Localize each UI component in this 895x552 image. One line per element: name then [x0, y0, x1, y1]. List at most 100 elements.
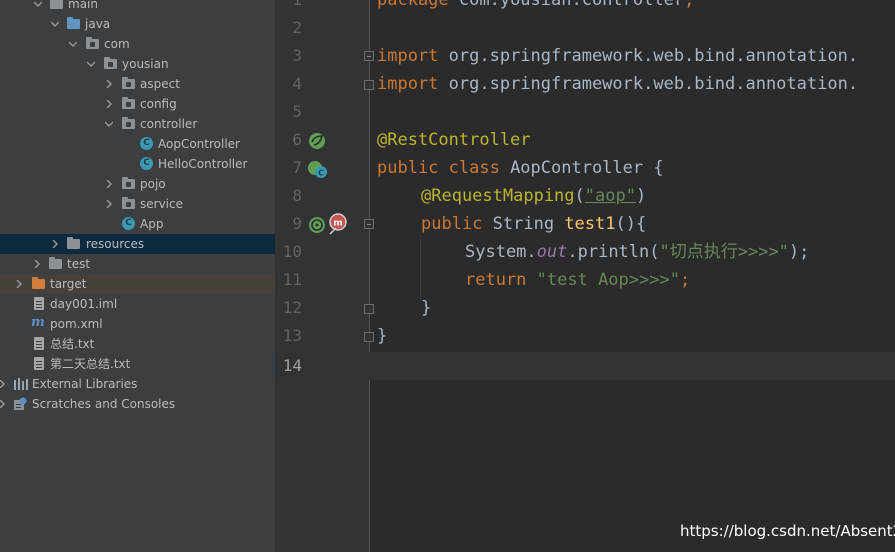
line-number: 10	[282, 242, 302, 261]
tree-item-scratches[interactable]: Scratches and Consoles	[0, 394, 275, 414]
tree-item-label: com	[104, 37, 130, 51]
chevron-down-icon[interactable]	[85, 54, 97, 74]
tree-item-label: pom.xml	[50, 317, 103, 331]
code-line-6: @RestController	[377, 130, 531, 150]
tree-item-pom-xml[interactable]: m pom.xml	[0, 314, 275, 334]
tree-item-controller[interactable]: controller	[0, 114, 275, 134]
fold-end-icon[interactable]	[364, 304, 374, 314]
chevron-right-icon[interactable]	[103, 74, 115, 94]
svg-text:C: C	[318, 169, 324, 178]
maven-icon: m	[31, 315, 45, 330]
code-line-12: }	[421, 298, 432, 318]
chevron-right-icon[interactable]	[13, 274, 25, 294]
line-number: 14	[282, 356, 302, 375]
package-icon	[122, 177, 135, 189]
tree-item-resources[interactable]: resources	[0, 234, 275, 254]
fold-end-icon[interactable]	[364, 80, 374, 90]
tree-item-label: target	[50, 277, 87, 291]
code-line-4: import org.springframework.web.bind.anno…	[377, 74, 859, 94]
chevron-right-icon[interactable]	[31, 254, 43, 274]
fold-toggle-icon[interactable]	[364, 219, 374, 229]
tree-item-label: test	[67, 257, 91, 271]
tree-item-app[interactable]: C App	[0, 214, 275, 234]
chevron-down-icon[interactable]	[49, 14, 61, 34]
folder-icon	[49, 257, 62, 269]
line-number: 5	[292, 102, 302, 121]
tree-item-label: resources	[86, 237, 145, 251]
advice-method-icon[interactable]: m	[327, 212, 349, 236]
tree-item-label: java	[85, 17, 111, 31]
java-class-icon: C	[140, 157, 153, 170]
package-icon	[122, 197, 135, 209]
tree-item-label: HelloController	[158, 157, 248, 171]
code-line-1: package com.yousian.controller;	[377, 0, 695, 10]
tree-item-java[interactable]: java	[0, 14, 275, 34]
tree-item-test[interactable]: test	[0, 254, 275, 274]
tree-item-hellocontroller[interactable]: C HelloController	[0, 154, 275, 174]
code-line-9: public String test1(){	[421, 214, 647, 234]
package-icon	[122, 97, 135, 109]
tree-item-service[interactable]: service	[0, 194, 275, 214]
chevron-down-icon[interactable]	[67, 34, 79, 54]
tree-item-main[interactable]: main	[0, 0, 275, 14]
chevron-right-icon[interactable]	[103, 194, 115, 214]
tree-item-label: service	[140, 197, 183, 211]
chevron-right-icon[interactable]	[0, 374, 8, 394]
tree-item-label: main	[68, 0, 98, 11]
spring-bean-icon[interactable]	[307, 131, 327, 151]
chevron-right-icon[interactable]	[103, 94, 115, 114]
line-number: 12	[282, 298, 302, 317]
line-number: 11	[282, 270, 302, 289]
tree-item-label: aspect	[140, 77, 180, 91]
tree-item-yousian[interactable]: yousian	[0, 54, 275, 74]
fold-toggle-icon[interactable]	[364, 51, 374, 61]
scratches-icon	[13, 397, 27, 411]
code-line-10: System.out.println("切点执行>>>>");	[465, 242, 810, 262]
tree-item-aopcontroller[interactable]: C AopController	[0, 134, 275, 154]
source-folder-icon	[67, 17, 80, 29]
tree-item-target[interactable]: target	[0, 274, 275, 294]
line-number: 2	[292, 18, 302, 37]
tree-item-aspect[interactable]: aspect	[0, 74, 275, 94]
spring-bean-class-icon[interactable]: C	[307, 159, 329, 181]
code-line-11: return "test Aop>>>>";	[465, 270, 691, 290]
chevron-down-icon[interactable]	[32, 0, 44, 14]
line-number: 1	[276, 0, 302, 14]
file-icon	[34, 297, 44, 310]
tree-item-pojo[interactable]: pojo	[0, 174, 275, 194]
chevron-right-icon[interactable]	[49, 234, 61, 254]
tree-item-day2-summary-txt[interactable]: 第二天总结.txt	[0, 354, 275, 374]
tree-item-label: 总结.txt	[50, 337, 95, 351]
excluded-folder-icon	[32, 277, 45, 289]
code-line-7: public class AopController {	[377, 158, 664, 178]
spring-web-endpoint-icon[interactable]	[307, 215, 327, 235]
tree-item-label: controller	[140, 117, 198, 131]
package-icon	[86, 37, 99, 49]
tree-item-day001-iml[interactable]: day001.iml	[0, 294, 275, 314]
package-icon	[122, 77, 135, 89]
current-line-highlight	[276, 352, 895, 380]
line-number: 13	[282, 326, 302, 345]
line-number: 6	[292, 130, 302, 149]
tree-item-label: AopController	[158, 137, 240, 151]
chevron-right-icon[interactable]	[103, 174, 115, 194]
chevron-down-icon[interactable]	[103, 114, 115, 134]
spring-boot-class-icon: C	[122, 217, 135, 230]
tree-item-com[interactable]: com	[0, 34, 275, 54]
tree-item-summary-txt[interactable]: 总结.txt	[0, 334, 275, 354]
chevron-right-icon[interactable]	[0, 394, 8, 414]
code-line-3: import org.springframework.web.bind.anno…	[377, 46, 859, 66]
tree-item-label: External Libraries	[32, 377, 138, 391]
folder-icon	[50, 0, 63, 9]
fold-end-icon[interactable]	[364, 332, 374, 342]
tree-item-config[interactable]: config	[0, 94, 275, 114]
code-line-8: @RequestMapping("aop")	[421, 186, 647, 206]
package-icon	[104, 57, 117, 69]
line-number: 9	[292, 214, 302, 233]
tree-item-label: App	[140, 217, 164, 231]
tree-item-label: day001.iml	[50, 297, 118, 311]
library-icon	[14, 378, 28, 390]
tree-item-label: pojo	[140, 177, 166, 191]
text-file-icon	[34, 337, 44, 350]
tree-item-external-libraries[interactable]: External Libraries	[0, 374, 275, 394]
